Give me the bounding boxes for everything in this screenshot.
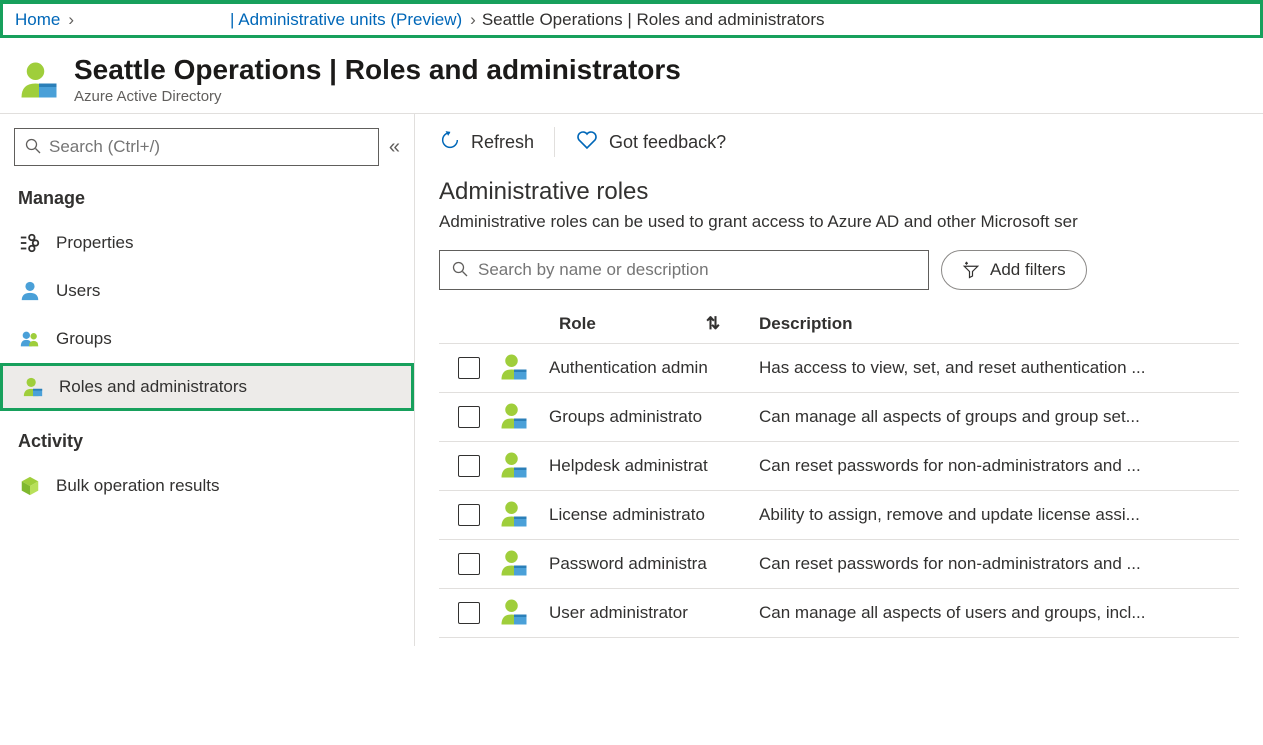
role-description: Has access to view, set, and reset authe… bbox=[759, 358, 1239, 378]
table-header: Role ⇅ Description bbox=[439, 308, 1239, 344]
feedback-button[interactable]: Got feedback? bbox=[575, 128, 726, 157]
refresh-button[interactable]: Refresh bbox=[439, 129, 534, 156]
sidebar-item-label: Users bbox=[56, 281, 100, 301]
role-description: Can reset passwords for non-administrato… bbox=[759, 554, 1239, 574]
table-row[interactable]: User administratorCan manage all aspects… bbox=[439, 588, 1239, 638]
row-checkbox[interactable] bbox=[458, 357, 480, 379]
sidebar-item-label: Groups bbox=[56, 329, 112, 349]
table-row[interactable]: Authentication adminHas access to view, … bbox=[439, 343, 1239, 393]
group-icon bbox=[18, 327, 42, 351]
breadcrumb-admin-units[interactable]: | Administrative units (Preview) bbox=[230, 10, 462, 30]
refresh-icon bbox=[439, 129, 461, 156]
column-role[interactable]: Role ⇅ bbox=[499, 314, 759, 334]
add-filter-button[interactable]: Add filters bbox=[941, 250, 1087, 290]
table-row[interactable]: Helpdesk administratCan reset passwords … bbox=[439, 441, 1239, 491]
cube-icon bbox=[18, 474, 42, 498]
page-title: Seattle Operations | Roles and administr… bbox=[74, 54, 681, 86]
feedback-label: Got feedback? bbox=[609, 132, 726, 153]
sort-icon: ⇅ bbox=[706, 314, 720, 334]
sidebar-search-input[interactable] bbox=[49, 137, 368, 157]
chevron-right-icon: › bbox=[68, 10, 74, 30]
main-content: Refresh Got feedback? Administrative rol… bbox=[415, 114, 1263, 646]
row-checkbox[interactable] bbox=[458, 455, 480, 477]
role-description: Ability to assign, remove and update lic… bbox=[759, 505, 1239, 525]
search-icon bbox=[25, 138, 41, 157]
collapse-icon[interactable]: « bbox=[389, 136, 400, 159]
table-row[interactable]: Password administraCan reset passwords f… bbox=[439, 539, 1239, 589]
role-name[interactable]: License administrato bbox=[549, 505, 759, 525]
sidebar-item-roles[interactable]: Roles and administrators bbox=[0, 363, 414, 411]
section-manage: Manage bbox=[0, 182, 414, 219]
chevron-right-icon: › bbox=[470, 10, 476, 30]
role-name[interactable]: Password administra bbox=[549, 554, 759, 574]
role-icon bbox=[499, 597, 549, 630]
role-icon bbox=[499, 450, 549, 483]
role-description: Can manage all aspects of groups and gro… bbox=[759, 407, 1239, 427]
role-name[interactable]: Helpdesk administrat bbox=[549, 456, 759, 476]
role-description: Can reset passwords for non-administrato… bbox=[759, 456, 1239, 476]
toolbar: Refresh Got feedback? bbox=[415, 114, 1263, 170]
row-checkbox[interactable] bbox=[458, 602, 480, 624]
role-name[interactable]: User administrator bbox=[549, 603, 759, 623]
content-description: Administrative roles can be used to gran… bbox=[439, 212, 1239, 232]
sidebar-item-label: Bulk operation results bbox=[56, 476, 219, 496]
role-name[interactable]: Authentication admin bbox=[549, 358, 759, 378]
sidebar-item-properties[interactable]: Properties bbox=[0, 219, 414, 267]
column-description[interactable]: Description bbox=[759, 314, 1239, 334]
role-icon bbox=[18, 59, 60, 101]
role-icon bbox=[499, 548, 549, 581]
row-checkbox[interactable] bbox=[458, 553, 480, 575]
refresh-label: Refresh bbox=[471, 132, 534, 153]
breadcrumb-home[interactable]: Home bbox=[15, 10, 60, 30]
breadcrumb-current: Seattle Operations | Roles and administr… bbox=[482, 10, 825, 30]
role-search[interactable] bbox=[439, 250, 929, 290]
table-row[interactable]: Groups administratoCan manage all aspect… bbox=[439, 392, 1239, 442]
properties-icon bbox=[18, 231, 42, 255]
add-filter-label: Add filters bbox=[990, 260, 1066, 280]
page-subtitle: Azure Active Directory bbox=[74, 88, 681, 105]
section-activity: Activity bbox=[0, 425, 414, 462]
content-heading: Administrative roles bbox=[439, 178, 1239, 206]
role-icon bbox=[499, 352, 549, 385]
heart-icon bbox=[575, 128, 599, 157]
row-checkbox[interactable] bbox=[458, 504, 480, 526]
sidebar-item-label: Roles and administrators bbox=[59, 377, 247, 397]
page-header: Seattle Operations | Roles and administr… bbox=[0, 38, 1263, 113]
role-search-input[interactable] bbox=[478, 260, 916, 280]
sidebar-search[interactable] bbox=[14, 128, 379, 166]
role-icon bbox=[499, 401, 549, 434]
user-icon bbox=[18, 279, 42, 303]
sidebar: « Manage Properties Users Groups Roles a… bbox=[0, 114, 415, 646]
role-icon bbox=[21, 375, 45, 399]
sidebar-item-bulk[interactable]: Bulk operation results bbox=[0, 462, 414, 510]
filter-icon bbox=[962, 261, 980, 279]
sidebar-item-users[interactable]: Users bbox=[0, 267, 414, 315]
table-row[interactable]: License administratoAbility to assign, r… bbox=[439, 490, 1239, 540]
breadcrumb: Home › | Administrative units (Preview) … bbox=[0, 0, 1263, 38]
toolbar-separator bbox=[554, 127, 555, 157]
role-icon bbox=[499, 499, 549, 532]
role-name[interactable]: Groups administrato bbox=[549, 407, 759, 427]
search-icon bbox=[452, 261, 468, 280]
row-checkbox[interactable] bbox=[458, 406, 480, 428]
sidebar-item-groups[interactable]: Groups bbox=[0, 315, 414, 363]
sidebar-item-label: Properties bbox=[56, 233, 133, 253]
role-description: Can manage all aspects of users and grou… bbox=[759, 603, 1239, 623]
